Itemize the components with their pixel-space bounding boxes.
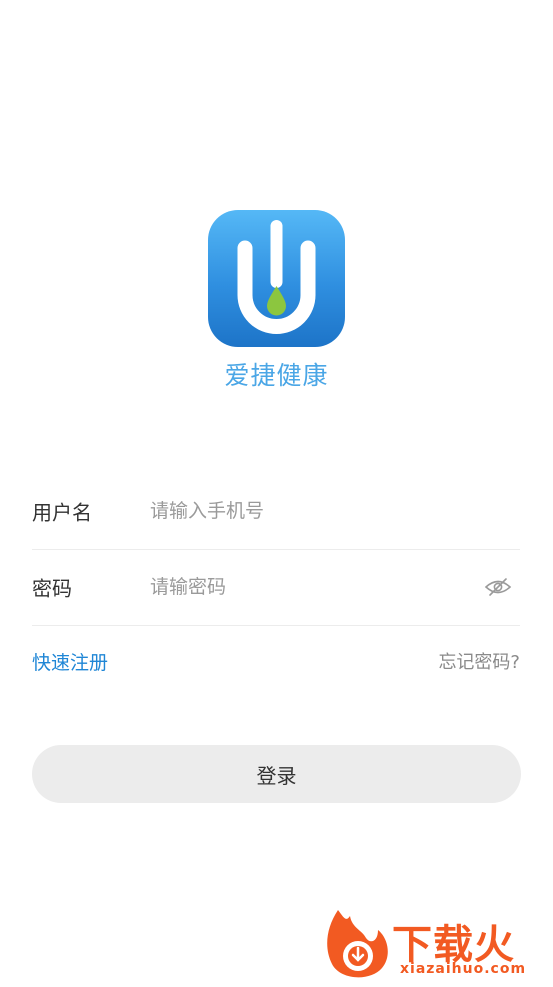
username-label: 用户名	[32, 500, 92, 525]
watermark-domain: xiazaihuo.com	[400, 961, 527, 977]
forgot-password-link[interactable]: 忘记密码?	[438, 648, 520, 674]
password-input[interactable]	[150, 567, 470, 607]
login-button[interactable]: 登录	[32, 745, 521, 803]
watermark: 下载火 xiazaihuo.com	[322, 908, 553, 983]
app-logo	[208, 210, 345, 347]
username-input[interactable]	[150, 491, 470, 531]
username-row: 用户名	[32, 473, 520, 550]
auth-links: 快速注册 忘记密码?	[32, 644, 520, 676]
app-name: 爱捷健康	[224, 361, 329, 390]
password-row: 密码	[32, 549, 520, 626]
flame-icon	[327, 910, 388, 978]
password-label: 密码	[32, 576, 72, 601]
register-link[interactable]: 快速注册	[32, 648, 108, 675]
water-drop-u-logo-icon	[237, 220, 316, 334]
eye-off-icon[interactable]	[484, 576, 512, 598]
